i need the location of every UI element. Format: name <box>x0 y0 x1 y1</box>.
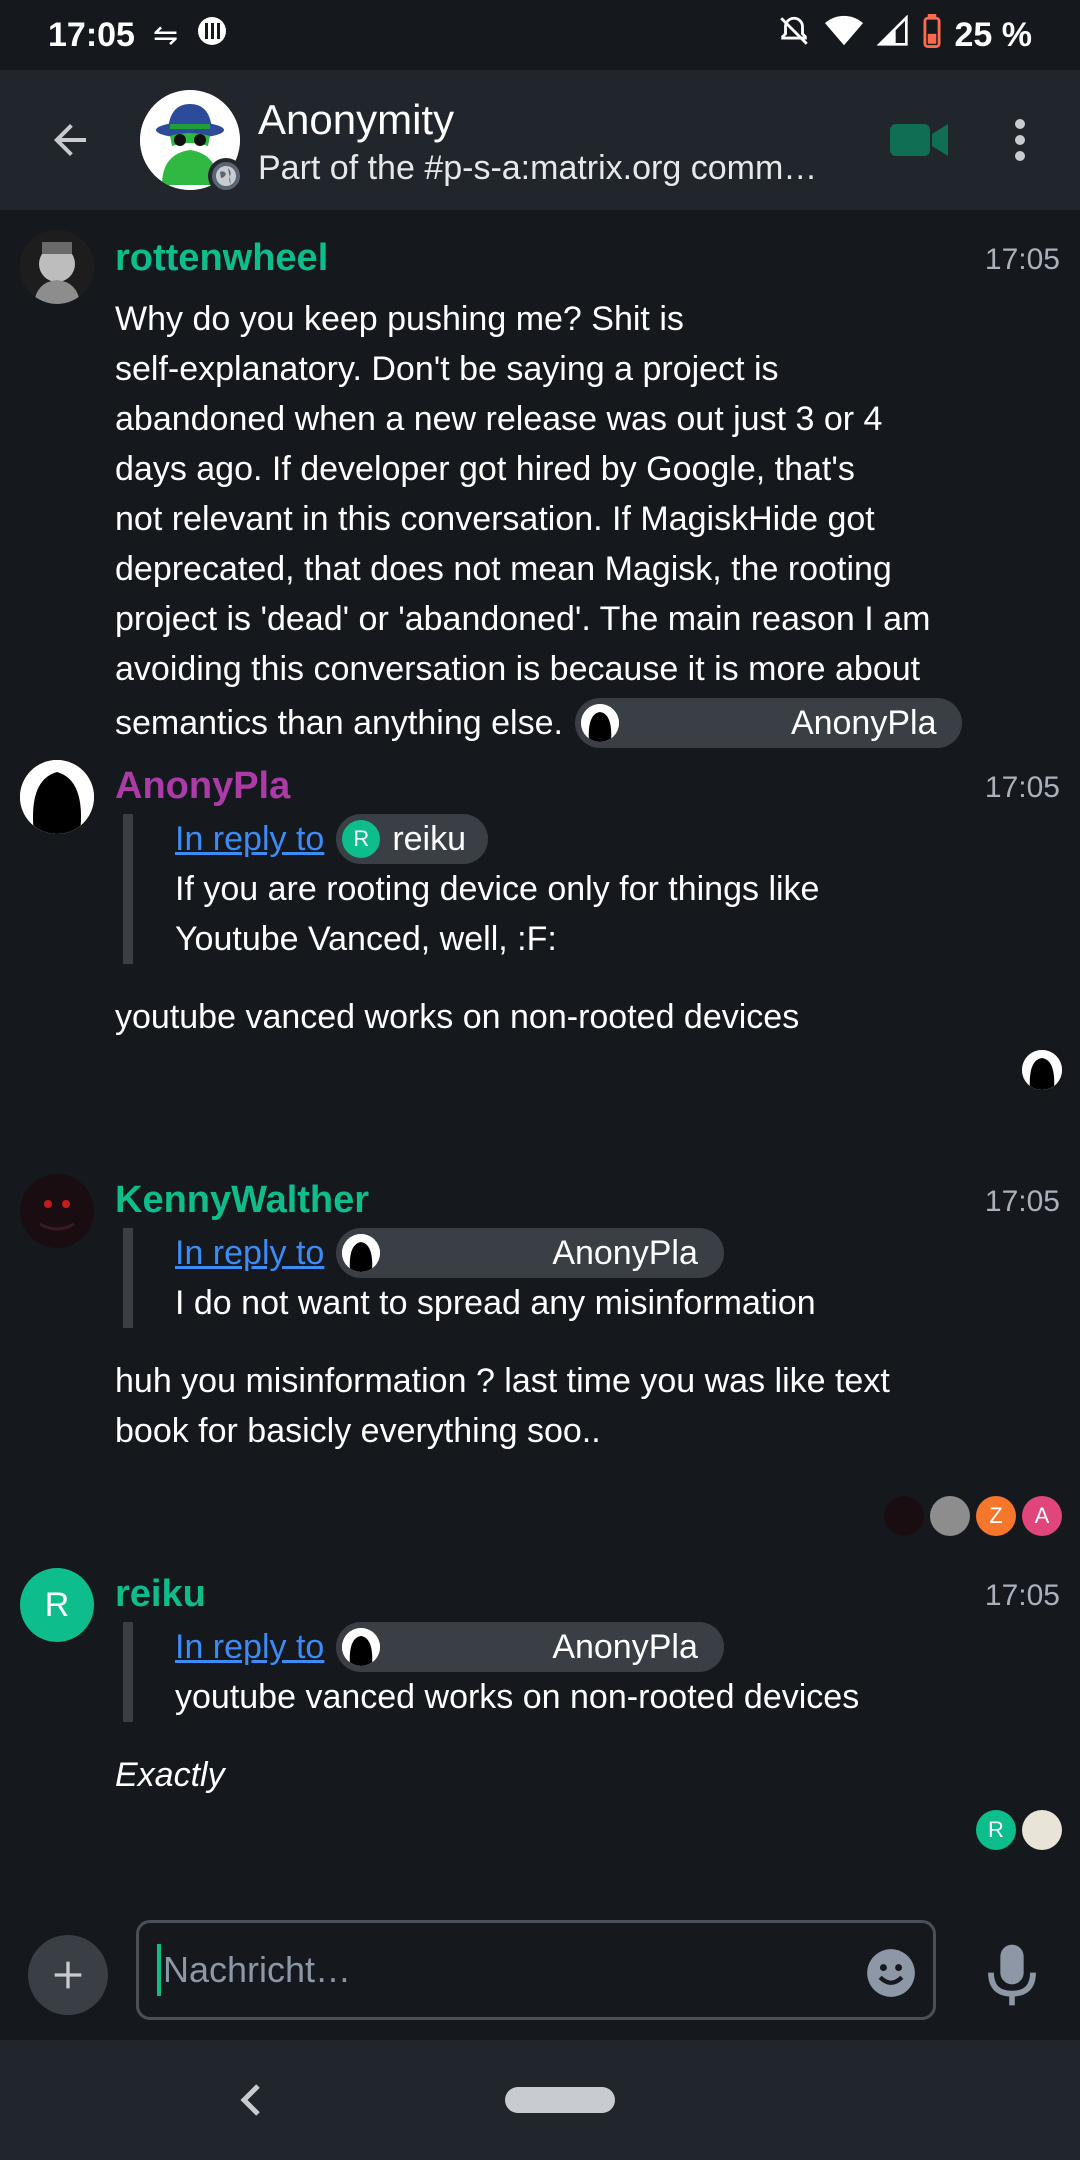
status-bar: 17:05 ⇋ 25 % <box>0 0 1080 70</box>
user-mention-pill[interactable]: AnonyPla <box>336 1622 724 1672</box>
message-line: deprecated, that does not mean Magisk, t… <box>115 550 892 588</box>
microphone-icon <box>988 1944 1036 2006</box>
message-line: book for basicly everything soo.. <box>115 1412 601 1450</box>
plus-icon <box>54 1961 82 1989</box>
status-time: 17:05 <box>48 15 135 54</box>
user-mention-pill[interactable]: AnonyPla <box>574 698 963 748</box>
arrow-left-icon <box>54 124 86 156</box>
message-line-with-mention: semantics than anything else. AnonyPla <box>115 698 975 748</box>
message-timeline[interactable]: rottenwheel 17:05 Why do you keep pushin… <box>0 210 1080 1910</box>
voice-message-button[interactable] <box>972 1930 1052 2020</box>
read-receipts[interactable]: Z A <box>878 1496 1062 1536</box>
notifications-off-icon <box>777 14 811 56</box>
mention-name: reiku <box>392 820 467 858</box>
avatar[interactable]: R <box>20 1568 94 1642</box>
reply-header: In reply to AnonyPla <box>175 1228 943 1278</box>
message-input[interactable] <box>163 1949 803 1991</box>
emoji-button[interactable] <box>865 1947 917 1999</box>
video-call-button[interactable] <box>880 110 960 170</box>
sender-name[interactable]: KennyWalther <box>115 1176 369 1224</box>
message-line: project is 'dead' or 'abandoned'. The ma… <box>115 600 931 638</box>
message-line: not relevant in this conversation. If Ma… <box>115 500 875 538</box>
back-button[interactable] <box>0 70 140 210</box>
room-header: Anonymity Part of the #p-s-a:matrix.org … <box>0 70 1080 210</box>
mention-name: AnonyPla <box>552 1234 698 1272</box>
avatar <box>1022 1810 1062 1850</box>
quoted-text: youtube vanced works on non-rooted devic… <box>175 1678 860 1716</box>
overflow-menu-button[interactable] <box>990 110 1050 170</box>
room-topic: Part of the #p-s-a:matrix.org comm… <box>258 149 818 187</box>
avatar <box>884 1496 924 1536</box>
data-transfer-icon: ⇋ <box>152 18 179 52</box>
message-timestamp: 17:05 <box>984 1185 1060 1218</box>
avatar <box>1022 1050 1062 1090</box>
read-receipts[interactable]: R <box>970 1810 1062 1850</box>
message-line: self-explanatory. Don't be saying a proj… <box>115 350 779 388</box>
room-title-block[interactable]: Anonymity Part of the #p-s-a:matrix.org … <box>258 94 858 190</box>
sender-name[interactable]: reiku <box>115 1570 206 1618</box>
quoted-text: Youtube Vanced, well, :F: <box>175 920 557 958</box>
quoted-text: If you are rooting device only for thing… <box>175 870 820 908</box>
quoted-text: I do not want to spread any misinformati… <box>175 1284 816 1322</box>
system-home-pill[interactable] <box>505 2087 615 2113</box>
reply-quote[interactable]: In reply to R reiku If you are rooting d… <box>123 814 943 964</box>
chevron-left-icon <box>240 2084 260 2116</box>
reply-quote[interactable]: In reply to AnonyPla youtube vanced work… <box>123 1622 943 1722</box>
user-mention-pill[interactable]: R reiku <box>336 814 489 864</box>
battery-icon <box>923 14 941 56</box>
message-input-box[interactable] <box>136 1920 936 2020</box>
message-timestamp: 17:05 <box>984 771 1060 804</box>
avatar[interactable] <box>20 230 94 304</box>
avatar: Z <box>976 1496 1016 1536</box>
avatar[interactable] <box>20 1174 94 1248</box>
message-composer <box>0 1910 1080 2040</box>
message-body: Why do you keep pushing me? Shit is self… <box>115 294 975 748</box>
in-reply-to-link[interactable]: In reply to <box>175 1228 324 1278</box>
message-line: Why do you keep pushing me? Shit is <box>115 300 684 338</box>
battery-level: 25 % <box>954 15 1033 54</box>
avatar <box>580 704 619 742</box>
message-line: huh you misinformation ? last time you w… <box>115 1362 890 1400</box>
message-line: days ago. If developer got hired by Goog… <box>115 450 855 488</box>
message-line: abandoned when a new release was out jus… <box>115 400 883 438</box>
mention-name: AnonyPla <box>790 704 937 742</box>
message-body: Exactly <box>115 1756 225 1794</box>
public-room-globe-icon <box>208 158 244 194</box>
message-line: semantics than anything else. <box>115 704 563 742</box>
reply-header: In reply to R reiku <box>175 814 943 864</box>
avatar <box>342 1628 381 1666</box>
system-navigation-bar <box>0 2040 1080 2160</box>
video-camera-icon <box>890 124 948 156</box>
text-cursor <box>157 1944 161 1996</box>
in-reply-to-link[interactable]: In reply to <box>175 814 324 864</box>
room-name: Anonymity <box>258 96 455 143</box>
user-mention-pill[interactable]: AnonyPla <box>336 1228 724 1278</box>
message-timestamp: 17:05 <box>984 1579 1060 1612</box>
avatar: A <box>1022 1496 1062 1536</box>
reply-quote[interactable]: In reply to AnonyPla I do not want to sp… <box>123 1228 943 1328</box>
message-line: avoiding this conversation is because it… <box>115 650 921 688</box>
smiley-icon <box>867 1949 915 1997</box>
avatar: R <box>342 820 381 858</box>
app-notification-icon <box>196 15 228 55</box>
wifi-icon <box>824 15 863 55</box>
reply-header: In reply to AnonyPla <box>175 1622 943 1672</box>
sender-name[interactable]: AnonyPla <box>115 762 290 810</box>
cell-signal-icon <box>875 14 909 55</box>
more-vertical-icon <box>1015 119 1025 161</box>
in-reply-to-link[interactable]: In reply to <box>175 1622 324 1672</box>
attachment-button[interactable] <box>28 1935 108 2015</box>
read-receipts[interactable] <box>1016 1050 1062 1090</box>
message-body: youtube vanced works on non-rooted devic… <box>115 998 800 1036</box>
system-back-button[interactable] <box>220 2070 280 2130</box>
message-timestamp: 17:05 <box>984 243 1060 276</box>
mention-name: AnonyPla <box>552 1628 698 1666</box>
sender-name[interactable]: rottenwheel <box>115 234 328 282</box>
avatar: R <box>976 1810 1016 1850</box>
avatar <box>342 1234 381 1272</box>
avatar[interactable] <box>20 760 94 834</box>
message-body: huh you misinformation ? last time you w… <box>115 1356 975 1456</box>
avatar <box>930 1496 970 1536</box>
